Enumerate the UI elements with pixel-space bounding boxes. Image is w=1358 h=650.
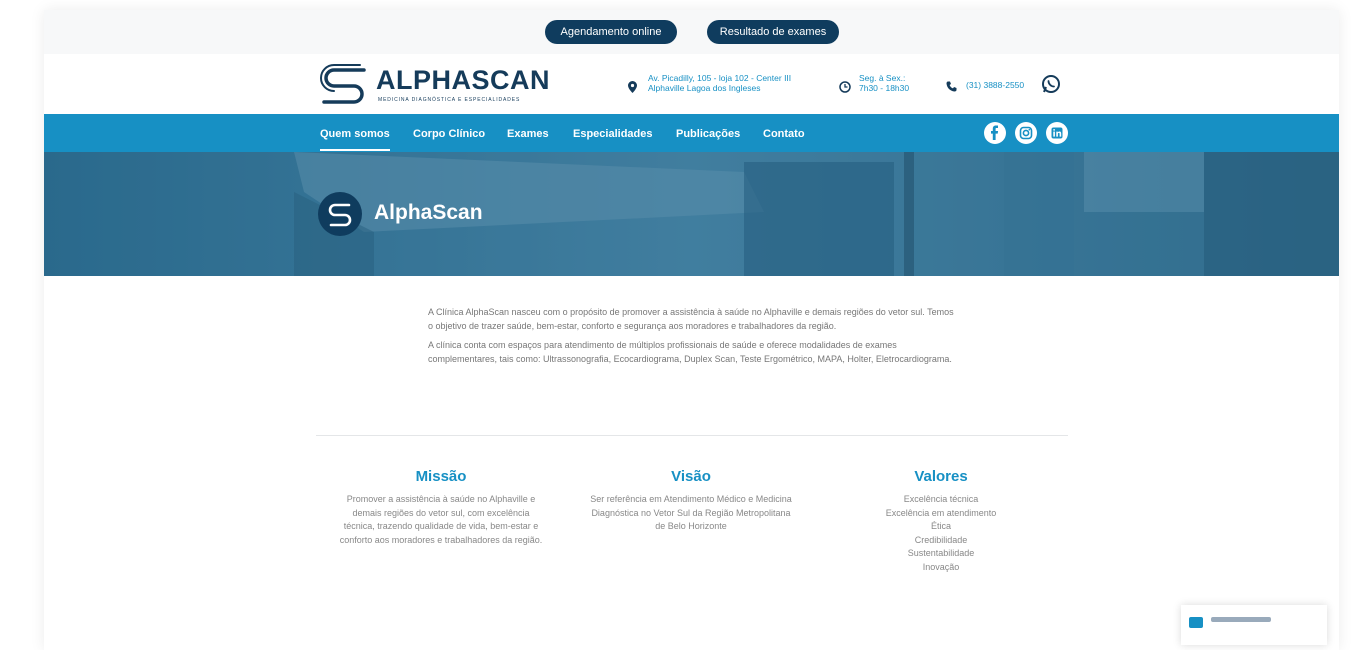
nav-item-publicacoes[interactable]: Publicações [676,114,740,152]
chat-icon [1189,617,1203,628]
valores-item: Excelência em atendimento [885,507,997,518]
valores-item: Inovação [922,561,960,572]
logo-text: ALPHASCAN [376,65,551,95]
online-booking-button[interactable]: Agendamento online [545,20,677,44]
exam-results-button[interactable]: Resultado de exames [707,20,839,44]
phone-icon [946,79,957,97]
address-line-1: Av. Picadilly, 105 - loja 102 - Center I… [648,73,792,83]
nav-item-quem-somos[interactable]: Quem somos [320,114,390,152]
missao-column: Missão Promover a assistência à saúde no… [316,468,566,547]
about-section: A Clínica AlphaScan nasceu com o propósi… [428,306,958,372]
clock-icon [839,80,851,98]
about-paragraph-2: A clínica conta com espaços para atendim… [428,340,952,364]
missao-text: Promover a assistência à saúde no Alphav… [339,494,543,545]
nav-item-contato[interactable]: Contato [763,114,805,152]
hours-line-2: 7h30 - 18h30 [859,83,910,93]
visao-column: Visão Ser referência em Atendimento Médi… [576,468,806,534]
hours-block: Seg. à Sex.: 7h30 - 18h30 [859,73,909,93]
nav-item-especialidades[interactable]: Especialidades [573,114,653,152]
missao-heading: Missão [415,468,467,485]
location-pin-icon [628,80,637,98]
section-divider [316,435,1068,436]
top-bar: Agendamento online Resultado de exames [44,10,1339,54]
facebook-icon[interactable] [984,122,1006,144]
logo-tagline: MEDICINA DIAGNÓSTICA E ESPECIALIDADES [378,97,521,103]
address-line-2: Alphaville Lagoa dos Ingleses [648,83,761,93]
valores-item: Credibilidade [914,534,968,545]
visao-text: Ser referência em Atendimento Médico e M… [590,494,792,531]
instagram-icon[interactable] [1015,122,1037,144]
logo-s-icon [320,64,366,104]
valores-heading: Valores [914,468,968,485]
valores-column: Valores Excelência técnica Excelência em… [856,468,1026,574]
chat-widget[interactable] [1181,605,1327,645]
main-nav: Quem somos Corpo Clínico Exames Especial… [44,114,1339,152]
valores-item: Sustentabilidade [907,548,975,558]
address-block: Av. Picadilly, 105 - loja 102 - Center I… [648,73,791,93]
chat-label-placeholder [1211,617,1271,622]
linkedin-icon[interactable] [1046,122,1068,144]
hero-banner: AlphaScan [44,152,1339,276]
nav-item-corpo-clinico[interactable]: Corpo Clínico [413,114,485,152]
page-title: AlphaScan [374,201,483,224]
alphascan-logo[interactable]: ALPHASCAN MEDICINA DIAGNÓSTICA E ESPECIA… [320,64,560,104]
valores-item: Ética [930,521,951,531]
page-frame: Agendamento online Resultado de exames A… [44,10,1339,650]
hours-line-1: Seg. à Sex.: [859,73,906,83]
valores-list: Excelência técnica Excelência em atendim… [856,493,1026,574]
hero-background-image [44,152,1339,276]
about-paragraph-1: A Clínica AlphaScan nasceu com o propósi… [428,307,954,331]
hero-logo-icon [318,192,362,236]
valores-item: Excelência técnica [903,494,979,504]
site-header: ALPHASCAN MEDICINA DIAGNÓSTICA E ESPECIA… [44,54,1339,114]
phone-number[interactable]: (31) 3888-2550 [966,80,1024,90]
whatsapp-icon[interactable] [1041,74,1061,99]
visao-heading: Visão [671,468,711,485]
nav-item-exames[interactable]: Exames [507,114,549,152]
